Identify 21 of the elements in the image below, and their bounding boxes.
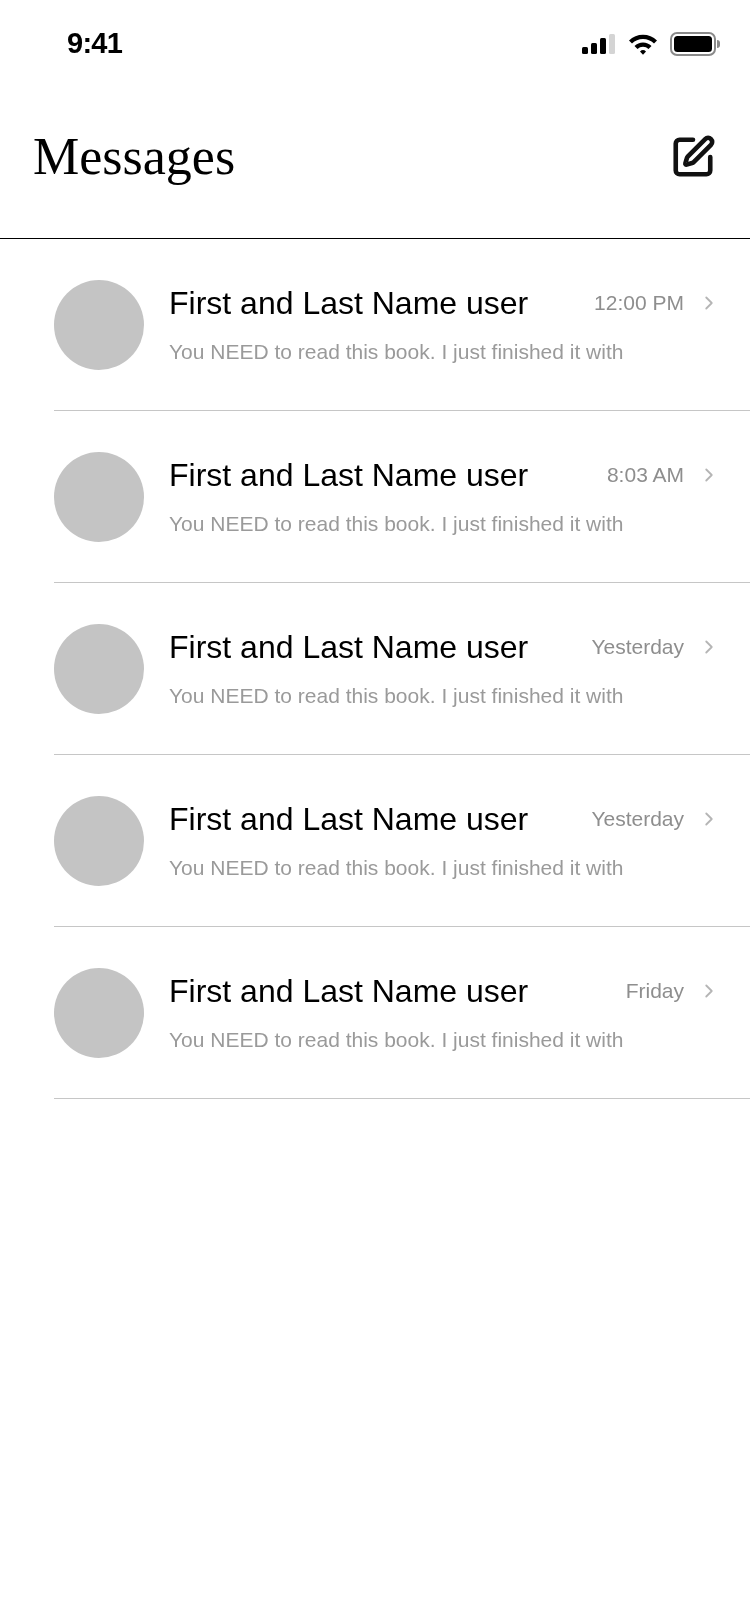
status-time: 9:41: [67, 26, 123, 62]
message-preview: You NEED to read this book. I just finished it with: [169, 1026, 625, 1053]
message-preview: You NEED to read this book. I just finished it with: [169, 510, 625, 537]
message-time: Friday: [624, 977, 684, 1004]
message-time: 8:03 AM: [605, 461, 684, 488]
battery-icon: [670, 32, 720, 56]
screen-title: Messages: [33, 127, 236, 187]
contact-name: First and Last Name user: [169, 971, 529, 1011]
message-time: Yesterday: [590, 633, 684, 660]
contact-name: First and Last Name user: [169, 455, 529, 495]
message-time: Yesterday: [590, 805, 684, 832]
message-preview: You NEED to read this book. I just finished it with: [169, 338, 625, 365]
wifi-icon: [628, 33, 658, 55]
contact-name: First and Last Name user: [169, 799, 529, 839]
message-preview: You NEED to read this book. I just finished it with: [169, 854, 625, 881]
contact-name: First and Last Name user: [169, 283, 529, 323]
compose-icon[interactable]: [670, 134, 716, 180]
message-preview: You NEED to read this book. I just finished it with: [169, 682, 625, 709]
signal-icon: [582, 34, 616, 54]
contact-name: First and Last Name user: [169, 627, 529, 667]
message-time: 12:00 PM: [593, 289, 684, 316]
